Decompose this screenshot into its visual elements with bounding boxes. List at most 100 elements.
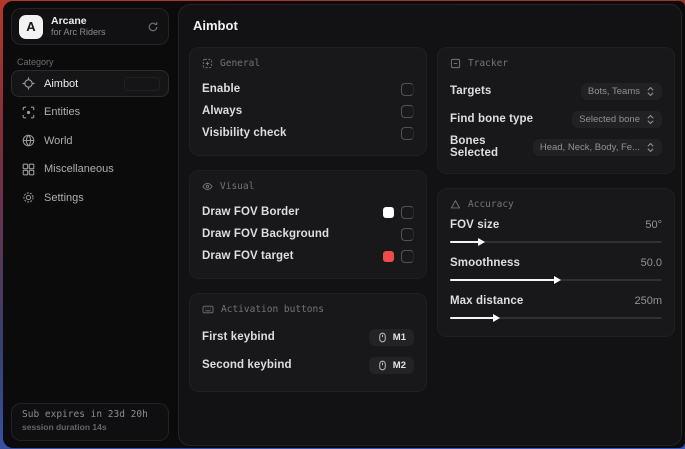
category-nav: Aimbot Entities World — [11, 70, 169, 213]
app-subtitle: for Arc Riders — [51, 27, 139, 37]
sidebar: A Arcane for Arc Riders Category Aimbot — [3, 1, 177, 448]
keyboard-icon — [202, 304, 214, 315]
sidebar-item-entities[interactable]: Entities — [11, 99, 169, 126]
triangle-icon — [450, 199, 461, 210]
setting-group-smoothness: Smoothness 50.0 — [450, 257, 662, 284]
second-keybind-button[interactable]: M2 — [369, 357, 414, 374]
session-duration-text: session duration 14s — [22, 422, 158, 432]
brand-text: Arcane for Arc Riders — [51, 15, 139, 37]
general-card-title: General — [220, 58, 260, 69]
unfold-icon — [646, 114, 655, 125]
draw-fov-target-checkbox[interactable] — [401, 250, 414, 263]
general-card: General Enable Always Visibility check — [189, 47, 427, 156]
sidebar-item-settings[interactable]: Settings — [11, 184, 169, 211]
bones-selected-value: Head, Neck, Body, Fe... — [540, 142, 640, 153]
setting-row-targets: Targets Bots, Teams — [450, 78, 662, 104]
fov-size-value: 50° — [645, 219, 662, 231]
max-distance-slider[interactable] — [450, 313, 662, 322]
sidebar-item-label: Miscellaneous — [44, 163, 114, 175]
mouse-icon — [377, 360, 388, 371]
setting-label: Smoothness — [450, 257, 520, 269]
enable-checkbox[interactable] — [401, 83, 414, 96]
setting-label: Targets — [450, 85, 491, 97]
targets-value: Bots, Teams — [588, 86, 640, 97]
aimbot-keybind-hint — [124, 77, 160, 91]
slider-thumb[interactable] — [493, 314, 500, 322]
fov-size-slider[interactable] — [450, 237, 662, 246]
setting-label: Draw FOV Border — [202, 206, 299, 218]
refresh-icon[interactable] — [147, 21, 159, 33]
first-keybind-button[interactable]: M1 — [369, 329, 414, 346]
brand-card: A Arcane for Arc Riders — [11, 8, 169, 45]
sub-expires-text: Sub expires in 23d 20h — [22, 409, 158, 420]
tracker-card: Tracker Targets Bots, Teams Find bone — [437, 47, 675, 174]
tracker-card-header: Tracker — [450, 58, 662, 69]
globe-icon — [22, 134, 35, 147]
bones-selected-dropdown[interactable]: Head, Neck, Body, Fe... — [533, 139, 662, 156]
smoothness-value: 50.0 — [641, 257, 662, 269]
category-label: Category — [17, 57, 54, 67]
setting-row-enable: Enable — [202, 78, 414, 100]
activation-card-title: Activation buttons — [221, 304, 324, 315]
slider-thumb[interactable] — [554, 276, 561, 284]
slider-fill — [450, 241, 480, 243]
sidebar-item-label: World — [44, 135, 73, 147]
fov-border-color-swatch[interactable] — [383, 207, 394, 218]
setting-label: FOV size — [450, 219, 499, 231]
app-logo: A — [19, 15, 43, 39]
setting-label: First keybind — [202, 331, 275, 343]
find-bone-type-dropdown[interactable]: Selected bone — [572, 111, 662, 128]
sidebar-item-miscellaneous[interactable]: Miscellaneous — [11, 156, 169, 183]
setting-group-max-distance: Max distance 250m — [450, 295, 662, 322]
keybind-value: M2 — [393, 360, 406, 371]
setting-row-visibility-check: Visibility check — [202, 122, 414, 144]
accuracy-card-header: Accuracy — [450, 199, 662, 210]
setting-row-draw-fov-background: Draw FOV Background — [202, 223, 414, 245]
slider-label-row: FOV size 50° — [450, 219, 662, 231]
sidebar-item-aimbot[interactable]: Aimbot — [11, 70, 169, 97]
row-controls — [383, 250, 414, 263]
main-panel: Aimbot General Enable Always — [178, 4, 682, 446]
dashed-grid-icon — [202, 58, 213, 69]
tracker-card-title: Tracker — [468, 58, 508, 69]
draw-fov-background-checkbox[interactable] — [401, 228, 414, 241]
setting-row-first-keybind: First keybind M1 — [202, 324, 414, 350]
subscription-box: Sub expires in 23d 20h session duration … — [11, 403, 169, 441]
always-checkbox[interactable] — [401, 105, 414, 118]
setting-label: Draw FOV Background — [202, 228, 329, 240]
accuracy-card-title: Accuracy — [468, 199, 514, 210]
draw-fov-border-checkbox[interactable] — [401, 206, 414, 219]
slider-label-row: Max distance 250m — [450, 295, 662, 307]
row-controls — [401, 228, 414, 241]
activation-card-header: Activation buttons — [202, 304, 414, 315]
visibility-check-checkbox[interactable] — [401, 127, 414, 140]
setting-row-draw-fov-border: Draw FOV Border — [202, 201, 414, 223]
box-minus-icon — [450, 58, 461, 69]
visual-card: Visual Draw FOV Border Draw FOV Backgrou… — [189, 170, 427, 279]
smoothness-slider[interactable] — [450, 275, 662, 284]
activation-card: Activation buttons First keybind M1 S — [189, 293, 427, 392]
setting-row-bones-selected: Bones Selected Head, Neck, Body, Fe... — [450, 134, 662, 160]
app-window: A Arcane for Arc Riders Category Aimbot — [3, 1, 685, 448]
sidebar-item-world[interactable]: World — [11, 127, 169, 154]
setting-label: Bones Selected — [450, 135, 533, 159]
unfold-icon — [646, 86, 655, 97]
slider-label-row: Smoothness 50.0 — [450, 257, 662, 269]
setting-label: Enable — [202, 83, 240, 95]
gear-icon — [22, 191, 35, 204]
slider-thumb[interactable] — [478, 238, 485, 246]
row-controls — [383, 206, 414, 219]
setting-row-draw-fov-target: Draw FOV target — [202, 245, 414, 267]
setting-label: Second keybind — [202, 359, 292, 371]
accuracy-card: Accuracy FOV size 50° Smoothness — [437, 188, 675, 337]
max-distance-value: 250m — [634, 295, 662, 307]
setting-row-find-bone-type: Find bone type Selected bone — [450, 106, 662, 132]
setting-label: Visibility check — [202, 127, 287, 139]
eye-icon — [202, 181, 213, 192]
setting-group-fov-size: FOV size 50° — [450, 219, 662, 246]
slider-fill — [450, 279, 556, 281]
targets-dropdown[interactable]: Bots, Teams — [581, 83, 662, 100]
setting-label: Find bone type — [450, 113, 533, 125]
slider-fill — [450, 317, 495, 319]
fov-target-color-swatch[interactable] — [383, 251, 394, 262]
